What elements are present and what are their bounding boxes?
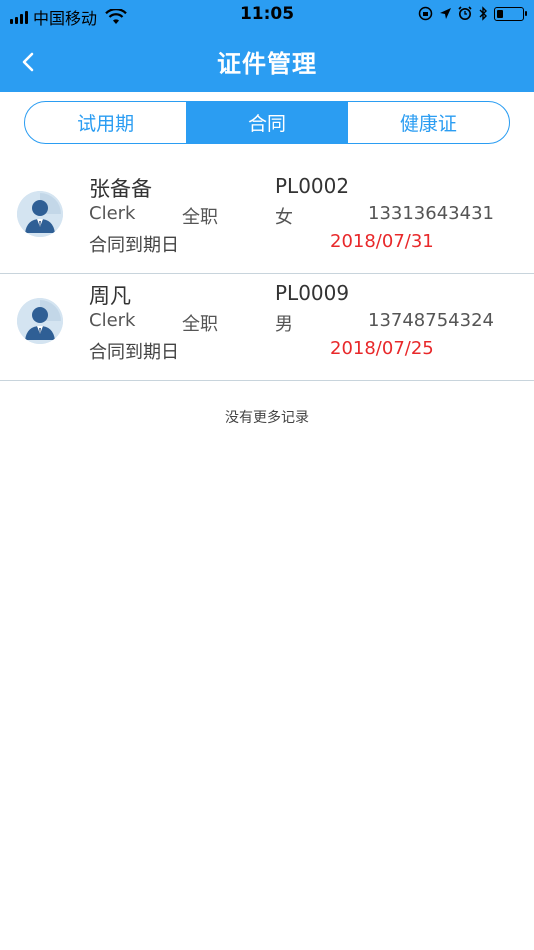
battery-icon bbox=[494, 6, 527, 21]
employee-code: PL0009 bbox=[275, 281, 350, 305]
employee-phone: 13313643431 bbox=[368, 203, 494, 224]
user-avatar-icon bbox=[17, 191, 63, 237]
employee-position: Clerk bbox=[89, 203, 136, 224]
nav-bar: 证件管理 bbox=[0, 30, 534, 92]
employment-type: 全职 bbox=[182, 207, 218, 228]
employee-code: PL0002 bbox=[275, 174, 350, 198]
orientation-lock-icon bbox=[418, 6, 433, 21]
employee-name: 周凡 bbox=[89, 284, 131, 308]
expiry-date: 2018/07/31 bbox=[330, 231, 434, 252]
date-label: 合同到期日 bbox=[89, 235, 179, 256]
avatar bbox=[17, 191, 63, 237]
expiry-date: 2018/07/25 bbox=[330, 338, 434, 359]
status-bar: 中国移动 11:05 bbox=[0, 0, 534, 30]
tab-label: 试用期 bbox=[77, 113, 135, 135]
app-header: 中国移动 11:05 证件管理 bbox=[0, 0, 534, 92]
employee-position: Clerk bbox=[89, 310, 136, 331]
user-avatar-icon bbox=[17, 298, 63, 344]
status-icons bbox=[418, 6, 527, 21]
tab-probation[interactable]: 试用期 bbox=[25, 102, 186, 143]
tab-label: 健康证 bbox=[399, 113, 457, 135]
location-icon bbox=[440, 8, 451, 19]
battery-fill bbox=[497, 9, 503, 18]
date-label: 合同到期日 bbox=[89, 342, 179, 363]
page-title: 证件管理 bbox=[217, 50, 317, 78]
employee-phone: 13748754324 bbox=[368, 310, 494, 331]
employee-gender: 女 bbox=[275, 207, 293, 228]
bluetooth-icon bbox=[479, 6, 487, 21]
employee-gender: 男 bbox=[275, 314, 293, 335]
list-item[interactable]: 张备备 PL0002 Clerk 全职 女 13313643431 合同到期日 … bbox=[0, 167, 534, 274]
employee-name: 张备备 bbox=[89, 177, 152, 201]
tab-health-certificate[interactable]: 健康证 bbox=[348, 102, 509, 143]
segmented-tabs: 试用期 合同 健康证 bbox=[24, 101, 510, 144]
employment-type: 全职 bbox=[182, 314, 218, 335]
list-item[interactable]: 周凡 PL0009 Clerk 全职 男 13748754324 合同到期日 2… bbox=[0, 274, 534, 381]
avatar bbox=[17, 298, 63, 344]
no-more-records: 没有更多记录 bbox=[225, 410, 309, 426]
tab-contract[interactable]: 合同 bbox=[186, 102, 348, 143]
tab-label: 合同 bbox=[247, 113, 286, 135]
alarm-icon bbox=[458, 6, 472, 20]
